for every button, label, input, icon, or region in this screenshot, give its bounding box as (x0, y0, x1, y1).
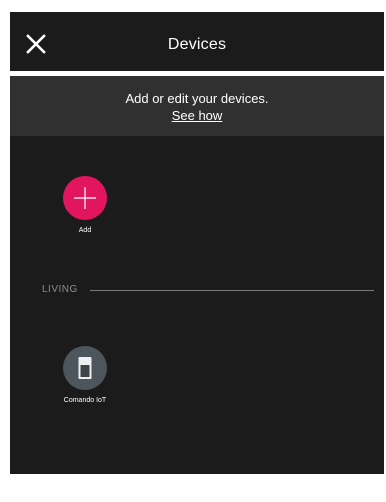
page-title: Devices (167, 36, 227, 53)
add-device-button[interactable]: Add (45, 176, 125, 234)
section-divider (90, 290, 374, 291)
switch-icon (78, 357, 92, 379)
app-screen: Devices Add or edit your devices. See ho… (10, 12, 384, 474)
device-label: Comando IoT (63, 397, 107, 404)
add-label: Add (78, 227, 92, 234)
device-circle (63, 346, 107, 390)
device-tile-comando-iot[interactable]: Comando IoT (45, 346, 125, 404)
plus-icon (74, 187, 96, 209)
add-circle (63, 176, 107, 220)
app-header: Devices (10, 12, 384, 71)
devices-content: Add LIVING Comando IoT (10, 136, 384, 474)
banner-text: Add or edit your devices. (125, 91, 269, 106)
info-banner: Add or edit your devices. See how (10, 76, 384, 136)
see-how-link[interactable]: See how (10, 108, 384, 123)
section-header-living: LIVING (42, 284, 374, 298)
section-label: LIVING (42, 284, 78, 295)
